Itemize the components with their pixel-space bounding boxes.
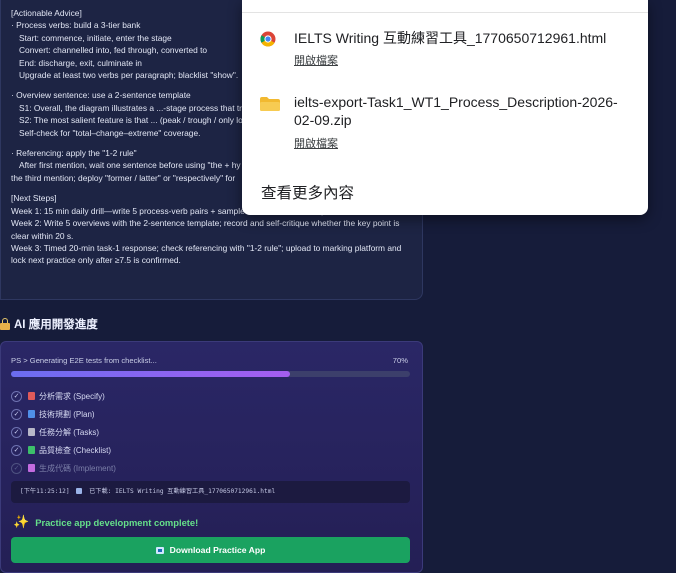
chrome-icon — [260, 31, 276, 47]
download-filename-line1[interactable]: ielts-export-Task1_WT1_Process_Descripti… — [294, 93, 618, 111]
downloads-panel: IELTS Writing 互動練習工具_1770650712961.html … — [242, 0, 648, 215]
step-label: 技術規劃 (Plan) — [39, 409, 95, 419]
step-checklist: ✓ 品質檢查 (Checklist) — [11, 441, 116, 459]
step-label: 品質檢查 (Checklist) — [39, 445, 112, 455]
download-icon — [155, 546, 164, 554]
clipboard-icon — [28, 428, 35, 436]
folder-icon — [260, 97, 280, 111]
check-icon: ✓ — [11, 444, 22, 456]
download-item[interactable]: IELTS Writing 互動練習工具_1770650712961.html … — [260, 29, 630, 69]
open-file-link[interactable]: 開啟檔案 — [294, 52, 338, 68]
checkbox-icon — [28, 446, 35, 454]
advice-line: lock next practice only after ≥7.5 is co… — [11, 255, 181, 266]
download-button-label: Download Practice App — [169, 545, 266, 555]
log-message: 已下載: IELTS Writing 互動練習工具_1770650712961.… — [89, 488, 276, 495]
status-row: PS > Generating E2E tests from checklist… — [11, 356, 408, 365]
progress-section-title: AI 應用開發進度 — [0, 316, 98, 332]
log-line: [下午11:25:12] 已下載: IELTS Writing 互動練習工具_1… — [11, 481, 410, 503]
step-label: 生成代碼 (Implement) — [39, 463, 116, 473]
step-plan: ✓ 技術規劃 (Plan) — [11, 405, 116, 423]
step-label: 分析需求 (Specify) — [39, 391, 105, 401]
download-item[interactable]: ielts-export-Task1_WT1_Process_Descripti… — [260, 93, 630, 153]
step-specify: ✓ 分析需求 (Specify) — [11, 387, 116, 405]
progress-bar — [11, 371, 410, 377]
section-title-text: AI 應用開發進度 — [14, 319, 98, 331]
progress-card: PS > Generating E2E tests from checklist… — [0, 341, 423, 573]
status-text: PS > Generating E2E tests from checklist… — [11, 356, 157, 365]
step-label: 任務分解 (Tasks) — [39, 427, 99, 437]
panel-divider — [242, 12, 648, 13]
step-implement: ✓ 生成代碼 (Implement) — [11, 459, 116, 477]
chart-icon — [28, 410, 35, 418]
advice-line: clear within 20 s. — [11, 230, 74, 241]
step-tasks: ✓ 任務分解 (Tasks) — [11, 423, 116, 441]
advice-line: Week 2: Write 5 overviews with the 2-sen… — [11, 218, 400, 229]
download-practice-app-button[interactable]: Download Practice App — [11, 537, 410, 563]
check-icon: ✓ — [11, 408, 22, 420]
lock-icon — [0, 318, 10, 330]
show-more-link[interactable]: 查看更多內容 — [261, 181, 354, 203]
advice-line: Week 3: Timed 20-min task-1 response; ch… — [11, 242, 402, 253]
download-icon — [76, 488, 83, 494]
percent-label: 70% — [392, 356, 408, 365]
check-icon: ✓ — [11, 462, 22, 474]
check-icon: ✓ — [11, 426, 22, 438]
complete-text: Practice app development complete! — [35, 516, 199, 528]
download-filename-line2[interactable]: 02-09.zip — [294, 111, 352, 129]
document-icon — [28, 392, 35, 400]
complete-message: ✨ Practice app development complete! — [13, 514, 198, 530]
step-list: ✓ 分析需求 (Specify) ✓ 技術規劃 (Plan) ✓ 任務分解 (T… — [11, 387, 116, 477]
sparkle-icon: ✨ — [13, 514, 30, 529]
check-icon: ✓ — [11, 390, 22, 402]
progress-bar-fill — [11, 371, 291, 377]
log-timestamp: [下午11:25:12] — [20, 488, 70, 495]
magic-wand-icon — [28, 464, 35, 472]
download-filename[interactable]: IELTS Writing 互動練習工具_1770650712961.html — [294, 29, 606, 47]
open-file-link[interactable]: 開啟檔案 — [294, 135, 338, 151]
